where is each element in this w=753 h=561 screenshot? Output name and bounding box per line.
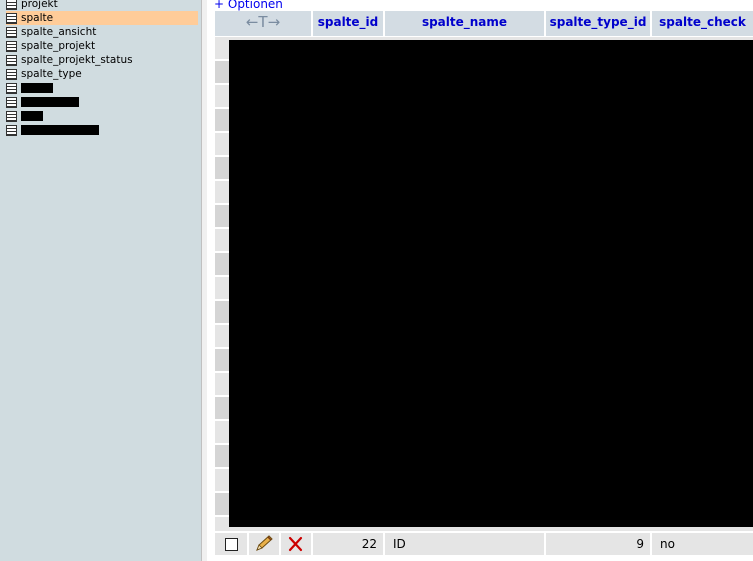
browse-panel: + Optionen ←T→ spalte_id spalte_name spa… <box>207 0 753 561</box>
table-header-row: ←T→ spalte_id spalte_name spalte_type_id… <box>215 11 753 36</box>
pencil-icon[interactable] <box>249 533 279 555</box>
table-icon <box>6 41 17 52</box>
edit-cell[interactable] <box>249 533 279 555</box>
sidebar-item-label: spalte <box>21 12 54 24</box>
sidebar-item-projekt[interactable]: projekt <box>6 0 198 11</box>
table-icon <box>6 0 17 10</box>
cell-spalte-name: ID <box>385 533 544 555</box>
table-icon <box>6 27 17 38</box>
sidebar-item-spalte[interactable]: spalte <box>6 11 198 25</box>
table-icon <box>6 125 17 136</box>
sidebar-item-label: spalte_projekt_status <box>21 54 133 66</box>
table-icon <box>6 69 17 80</box>
column-header-spalte-id[interactable]: spalte_id <box>313 11 383 36</box>
sidebar-item-label: spalte_type <box>21 68 82 80</box>
row-select-cell <box>215 533 247 555</box>
redacted-label <box>21 83 53 93</box>
row-checkbox[interactable] <box>225 538 238 551</box>
redacted-area <box>229 40 753 527</box>
table-icon <box>6 111 17 122</box>
column-resize-handle[interactable]: ←T→ <box>215 11 311 36</box>
table-icon <box>6 13 17 24</box>
table-tree-sidebar: projekt spalte spalte_ansicht spalte_pro… <box>0 0 201 561</box>
sidebar-item-label: projekt <box>21 0 58 10</box>
table-icon <box>6 97 17 108</box>
delete-cell[interactable] <box>281 533 311 555</box>
sidebar-item-spalte-ansicht[interactable]: spalte_ansicht <box>6 25 198 39</box>
sidebar-item-redacted[interactable] <box>6 95 198 109</box>
table-row: 22 ID 9 no <box>215 533 753 555</box>
sidebar-item-redacted[interactable] <box>6 109 198 123</box>
sidebar-item-redacted[interactable] <box>6 81 198 95</box>
sidebar-item-spalte-type[interactable]: spalte_type <box>6 67 198 81</box>
column-header-spalte-type-id[interactable]: spalte_type_id <box>546 11 650 36</box>
sidebar-item-label: spalte_projekt <box>21 40 96 52</box>
sidebar-item-spalte-projekt-status[interactable]: spalte_projekt_status <box>6 53 198 67</box>
table-icon <box>6 55 17 66</box>
delete-icon[interactable] <box>281 533 311 555</box>
redacted-label <box>21 125 99 135</box>
redacted-label <box>21 111 43 121</box>
table-icon <box>6 83 17 94</box>
sidebar-item-spalte-projekt[interactable]: spalte_projekt <box>6 39 198 53</box>
table-list: projekt spalte spalte_ansicht spalte_pro… <box>6 0 198 137</box>
sidebar-item-label: spalte_ansicht <box>21 26 97 38</box>
column-header-spalte-check[interactable]: spalte_check <box>652 11 753 36</box>
column-header-spalte-name[interactable]: spalte_name <box>385 11 544 36</box>
cell-spalte-type-id: 9 <box>546 533 650 555</box>
sidebar-item-redacted[interactable] <box>6 123 198 137</box>
options-link[interactable]: + Optionen <box>214 0 283 11</box>
cell-spalte-check: no <box>652 533 753 555</box>
cell-spalte-id: 22 <box>313 533 383 555</box>
redacted-label <box>21 97 79 107</box>
